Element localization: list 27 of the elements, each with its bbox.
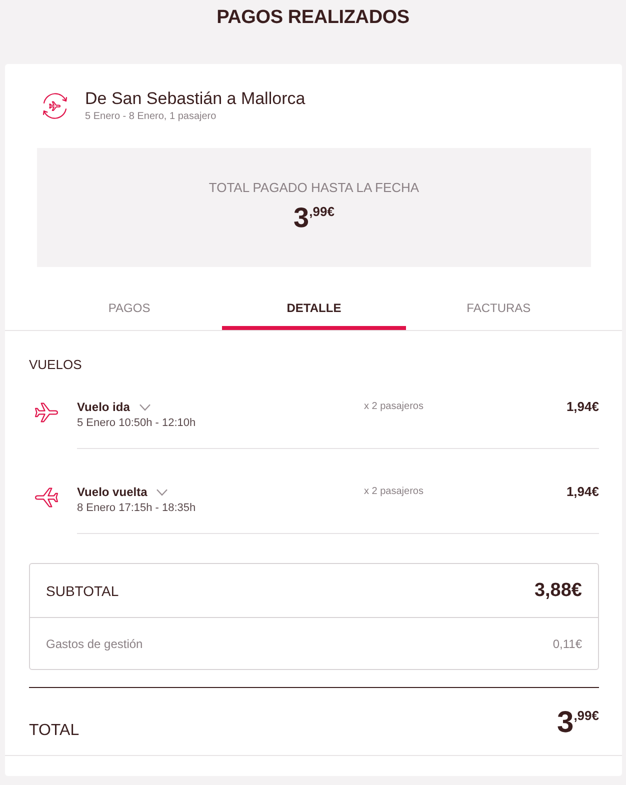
passenger-count: x 2 pasajeros — [364, 400, 424, 414]
plane-left-icon — [35, 486, 58, 509]
tab[interactable]: FACTURAS — [406, 296, 591, 330]
flight-price: 1,94€ — [566, 399, 599, 415]
section-title: VUELOS — [29, 357, 82, 373]
flight-schedule: 5 Enero 10:50h - 12:10h — [77, 416, 196, 431]
flight-price: 1,94€ — [566, 484, 599, 500]
fee-label: Gastos de gestión — [46, 636, 143, 650]
chevron-down-icon[interactable] — [156, 488, 168, 496]
flight-name: Vuelo ida — [77, 399, 130, 415]
passenger-count: x 2 pasajeros — [364, 485, 424, 499]
total-paid-amount: 3$^{,99€}$ — [294, 204, 334, 232]
plane-right-icon — [35, 401, 58, 424]
tab[interactable]: PAGOS — [37, 296, 222, 330]
flight-schedule: 8 Enero 17:15h - 18:35h — [77, 501, 196, 516]
subtotal-label: SUBTOTAL — [46, 582, 119, 598]
total-paid-label: TOTAL PAGADO HASTA LA FECHA — [208, 180, 420, 196]
page-title: PAGOS REALIZADOS — [216, 7, 410, 29]
round-trip-plane-icon — [40, 91, 70, 121]
total-label: TOTAL — [29, 722, 80, 740]
total-amount: 3$^{,99€}$ — [557, 708, 599, 738]
chevron-down-icon[interactable] — [138, 404, 151, 410]
fee-amount: 0,11€ — [552, 636, 582, 650]
trip-subtitle: 5 Enero - 8 Enero, 1 pasajero — [85, 110, 216, 124]
trip-title: De San Sebastián a Mallorca — [85, 88, 306, 109]
flight-name: Vuelo vuelta — [77, 484, 148, 500]
subtotal-amount: 3,88€ — [534, 580, 582, 602]
